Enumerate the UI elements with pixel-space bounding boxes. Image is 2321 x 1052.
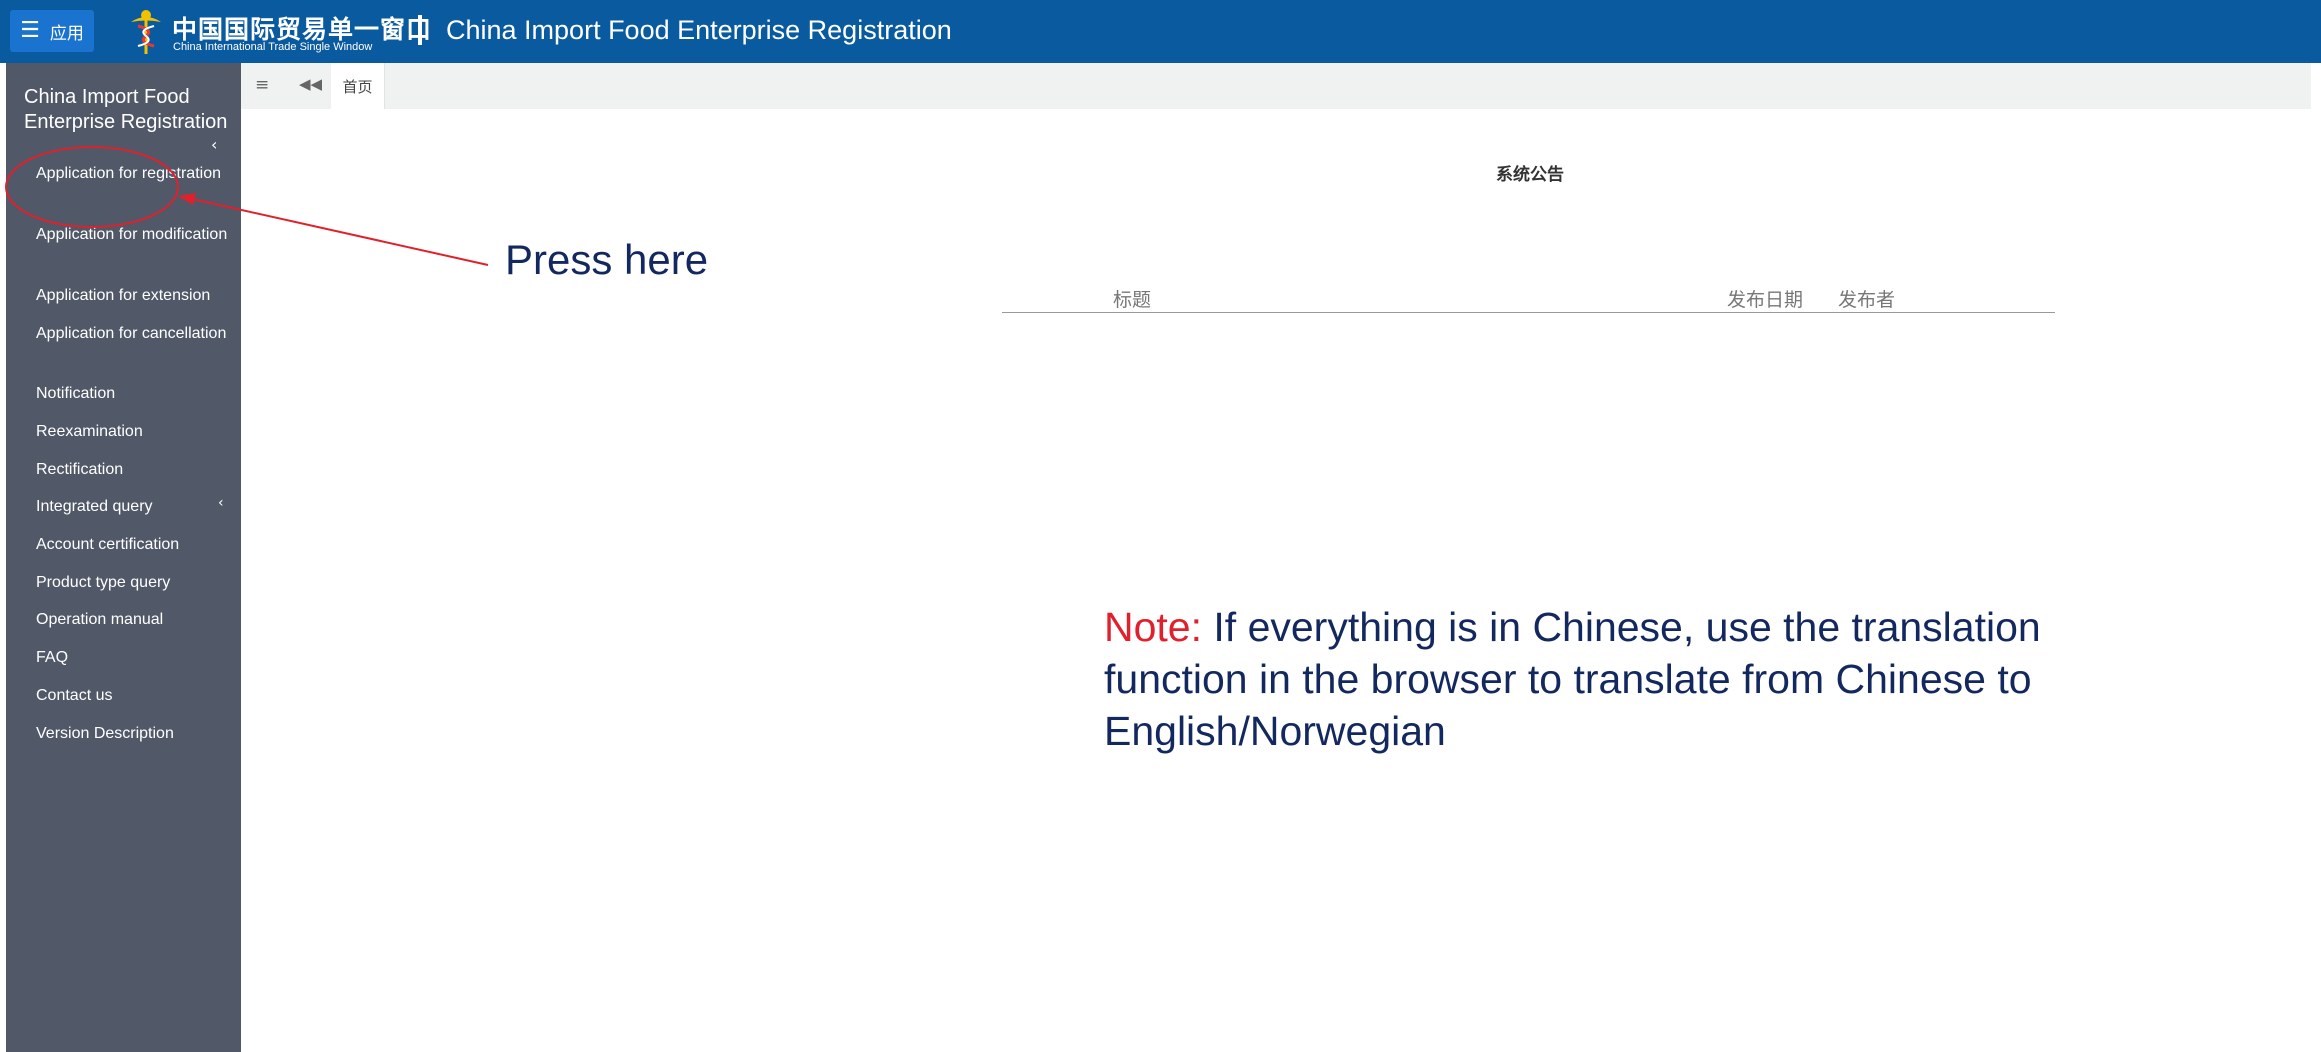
notice-title: 系统公告 xyxy=(1496,165,1564,184)
note-text: If everything is in Chinese, use the tra… xyxy=(1104,604,2041,754)
press-here-annotation: Press here xyxy=(505,236,709,283)
sidebar-item-contact-us[interactable]: Contact us xyxy=(36,685,236,707)
sidebar-item-version-description[interactable]: Version Description xyxy=(36,723,236,745)
sidebar-item-reexamination[interactable]: Reexamination xyxy=(36,421,236,443)
sidebar-item-rectification[interactable]: Rectification xyxy=(36,459,236,481)
annotation-overlay xyxy=(5,146,489,266)
note-prefix: Note: xyxy=(1104,604,1202,650)
tab-bar: ≡ ◀◀ 首页 xyxy=(241,63,2311,109)
menu-toggle-icon[interactable]: ≡ xyxy=(255,75,269,95)
sidebar-item-faq[interactable]: FAQ xyxy=(36,647,236,669)
caduceus-logo-icon xyxy=(131,10,161,54)
sidebar-item-application-cancellation[interactable]: Application for cancellation xyxy=(36,323,236,345)
sidebar-item-notification[interactable]: Notification xyxy=(36,383,236,405)
sidebar-item-account-certification[interactable]: Account certification xyxy=(36,534,236,556)
sidebar-item-operation-manual[interactable]: Operation manual xyxy=(36,609,236,631)
sidebar-item-product-type-query[interactable]: Product type query xyxy=(36,572,236,594)
sidebar-item-application-extension[interactable]: Application for extension xyxy=(36,285,236,307)
app-menu-label: 应用 xyxy=(49,23,84,43)
sidebar-collapse-icon[interactable]: ‹ xyxy=(211,135,217,154)
title-separator xyxy=(418,15,422,45)
column-header-publish-date: 发布日期 xyxy=(1727,290,1804,311)
sidebar-title: China Import Food Enterprise Registratio… xyxy=(24,86,228,133)
top-bar: ☰ 应用 中国国际贸易单一窗口 China International Trad… xyxy=(0,0,2321,63)
note-annotation: Note: If everything is in Chinese, use t… xyxy=(1104,601,2064,757)
sidebar-item-application-registration[interactable]: Application for registration xyxy=(36,163,236,185)
tab-home[interactable]: 首页 xyxy=(331,63,385,109)
sidebar-item-integrated-query[interactable]: Integrated query xyxy=(36,496,236,518)
app-title: China Import Food Enterprise Registratio… xyxy=(446,15,952,45)
notice-header-divider xyxy=(1002,312,2055,313)
logo-english-text: China International Trade Single Window xyxy=(173,41,373,53)
sidebar: China Import Food Enterprise Registratio… xyxy=(6,63,241,1052)
double-chevron-left-icon[interactable]: ◀◀ xyxy=(299,75,322,93)
column-header-title: 标题 xyxy=(1113,290,1152,311)
hamburger-icon: ☰ xyxy=(20,18,40,43)
app-menu-button[interactable]: ☰ 应用 xyxy=(10,10,94,52)
chevron-left-icon: ‹ xyxy=(218,495,224,511)
column-header-publisher: 发布者 xyxy=(1838,290,1896,311)
sidebar-item-application-modification[interactable]: Application for modification xyxy=(36,224,236,246)
